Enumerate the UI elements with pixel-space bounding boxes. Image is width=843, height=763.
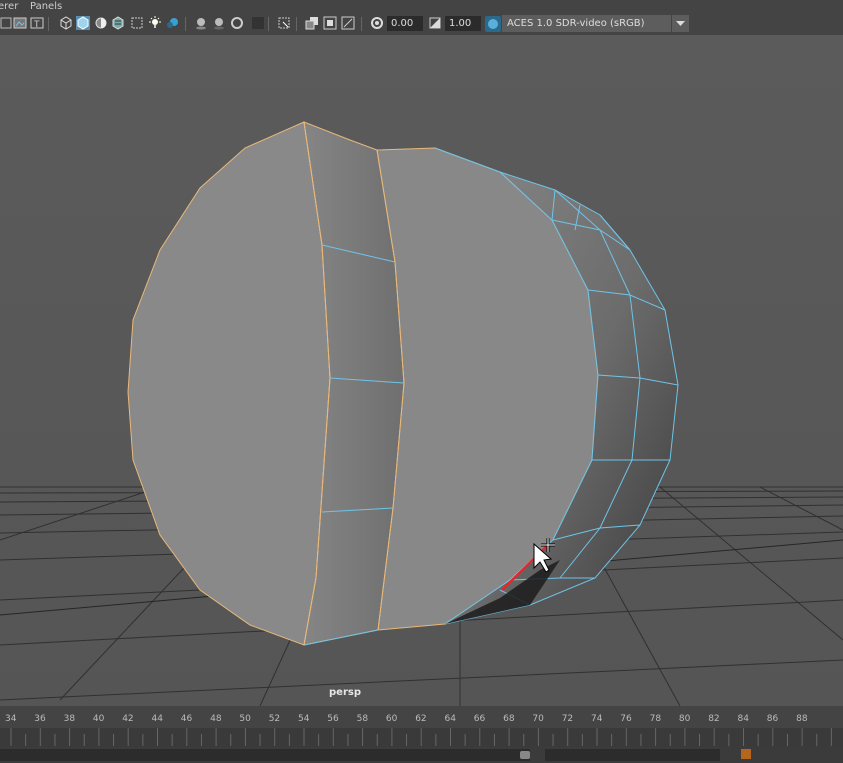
timeline-frame-label: 52	[268, 714, 281, 724]
isolate-select-icon[interactable]	[230, 16, 244, 30]
timeline-frame-label: 38	[63, 714, 76, 724]
range-slider[interactable]	[0, 749, 530, 761]
exposure-icon[interactable]	[370, 16, 384, 30]
shadows-icon[interactable]	[148, 16, 162, 30]
timeline-frame-label: 48	[210, 714, 222, 724]
timeline-frame-label: 36	[34, 714, 46, 724]
anti-aliasing-icon[interactable]	[212, 16, 226, 30]
smooth-shade-icon[interactable]	[76, 16, 90, 30]
menu-bar: erer Panels	[0, 0, 843, 13]
time-slider[interactable]: 34 36 38 40 42 44 46 48 50 52 54 56 58 60 62 64 66 68 70 72…	[0, 706, 843, 747]
timeline-frame-label: 58	[356, 714, 369, 724]
motion-blur-icon[interactable]	[194, 16, 208, 30]
time-slider-ticks	[10, 728, 832, 747]
perspective-viewport[interactable]: persp	[0, 35, 843, 706]
2d-pan-zoom-icon[interactable]: T	[30, 16, 44, 30]
backface-culling-icon[interactable]	[305, 16, 319, 30]
gate-mask-icon[interactable]	[341, 16, 355, 30]
timeline-frame-label: 62	[415, 714, 427, 724]
toolbar-separator	[268, 17, 269, 31]
xray-icon[interactable]	[251, 16, 265, 30]
menu-renderer[interactable]: erer	[0, 0, 18, 13]
timeline-frame-label: 34	[5, 714, 17, 724]
svg-text:T: T	[33, 20, 40, 30]
timeline-frame-label: 74	[591, 714, 603, 724]
timeline-frame-label: 46	[180, 714, 193, 724]
range-slider-bar	[0, 746, 843, 763]
timeline-frame-label: 64	[444, 714, 456, 724]
use-default-material-icon[interactable]	[94, 16, 108, 30]
viewport-toolbar: T 0.00 1.00 ACES 1.0 SDR-video (sRGB)	[0, 13, 843, 35]
timeline-frame-label: 84	[737, 714, 749, 724]
time-slider-strip[interactable]	[0, 728, 843, 747]
range-slider-handle[interactable]	[520, 751, 530, 759]
menu-panels[interactable]: Panels	[30, 0, 62, 13]
resolution-gate-icon[interactable]	[323, 16, 337, 30]
timeline-frame-label: 78	[649, 714, 662, 724]
toolbar-separator	[185, 17, 186, 31]
timeline-frame-label: 54	[298, 714, 310, 724]
timeline-frame-label: 80	[678, 714, 691, 724]
camera-attributes-icon[interactable]	[0, 16, 14, 30]
color-management-dropdown[interactable]: ACES 1.0 SDR-video (sRGB)	[502, 15, 689, 32]
timeline-frame-label: 44	[151, 714, 163, 724]
range-field[interactable]	[545, 749, 720, 761]
screen-space-ao-icon[interactable]	[166, 16, 180, 30]
timeline-frame-label: 86	[766, 714, 779, 724]
image-plane-icon[interactable]	[13, 16, 27, 30]
wireframe-icon[interactable]	[59, 16, 73, 30]
timeline-frame-label: 56	[327, 714, 339, 724]
toolbar-separator	[296, 17, 297, 31]
timeline-frame-label: 68	[503, 714, 515, 724]
timeline-frame-label: 88	[796, 714, 808, 724]
timeline-frame-label: 50	[239, 714, 251, 724]
timeline-frame-label: 76	[620, 714, 632, 724]
key-icon[interactable]	[740, 748, 752, 760]
use-all-lights-icon[interactable]	[130, 16, 144, 30]
timeline-frame-label: 70	[532, 714, 544, 724]
textured-icon[interactable]	[111, 16, 125, 30]
timeline-frame-label: 66	[473, 714, 486, 724]
gamma-icon[interactable]	[428, 16, 442, 30]
exposure-field[interactable]: 0.00	[387, 16, 423, 31]
chevron-down-icon[interactable]	[671, 15, 689, 32]
timeline-frame-label: 72	[561, 714, 574, 724]
toolbar-separator	[361, 17, 362, 31]
color-management-icon[interactable]	[485, 16, 501, 32]
timeline-frame-label: 60	[385, 714, 398, 724]
scene-canvas[interactable]	[0, 35, 843, 706]
camera-name-label: persp	[329, 687, 361, 698]
timeline-frame-label: 82	[708, 714, 720, 724]
toolbar-separator	[48, 17, 49, 31]
timeline-frame-label: 42	[122, 714, 134, 724]
gamma-field[interactable]: 1.00	[445, 16, 481, 31]
timeline-frame-label: 40	[92, 714, 105, 724]
color-management-label: ACES 1.0 SDR-video (sRGB)	[507, 18, 645, 29]
xray-joints-icon[interactable]	[277, 16, 291, 30]
